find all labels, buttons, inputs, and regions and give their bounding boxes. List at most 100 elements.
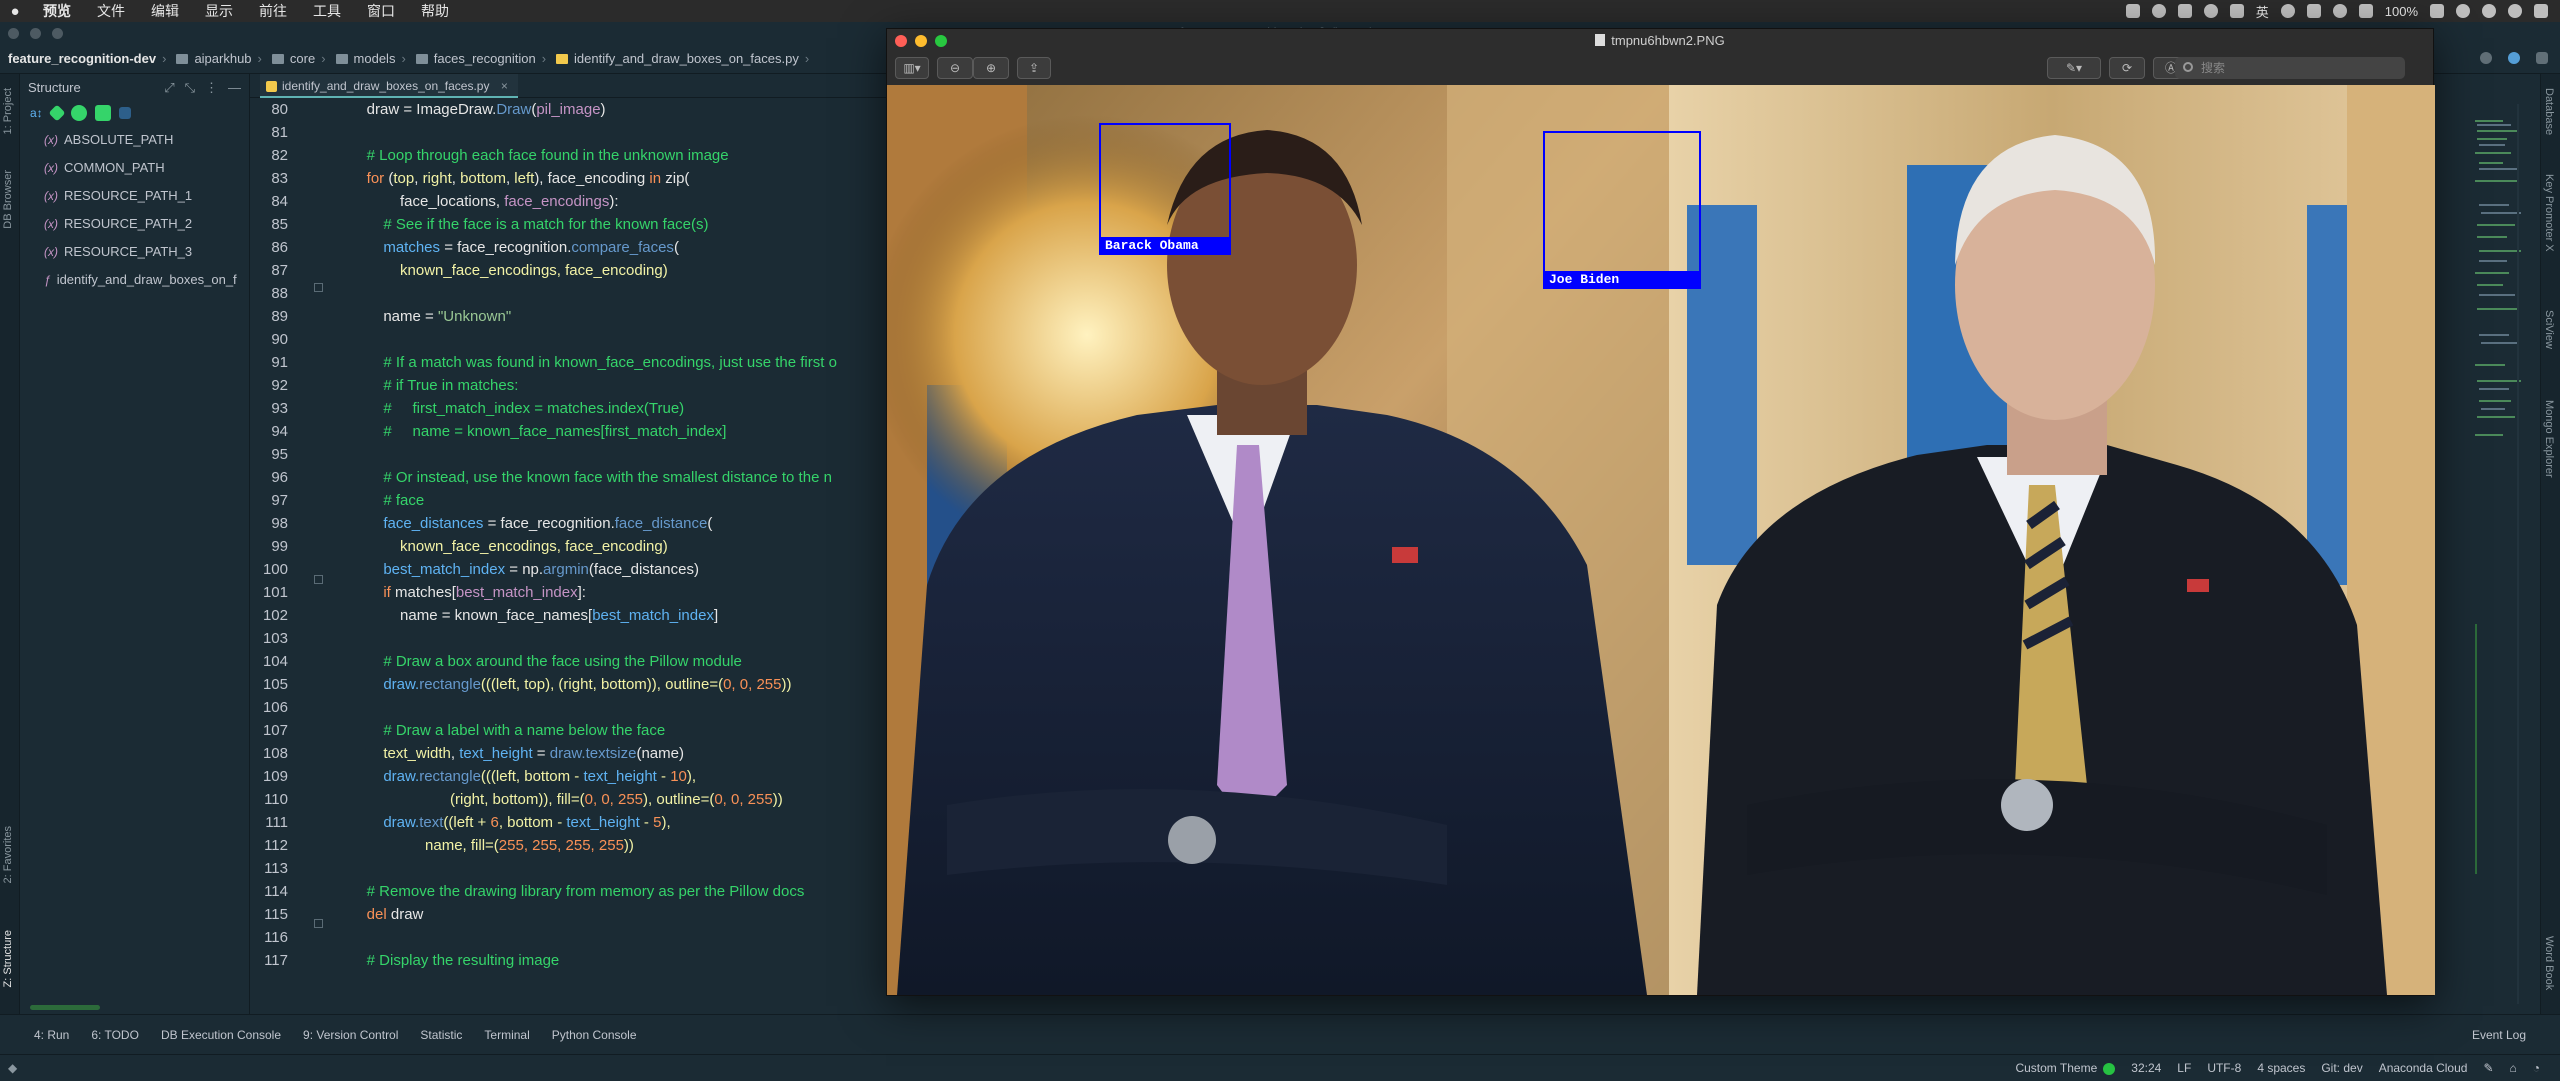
code-text[interactable]: draw = ImageDraw.Draw(pil_image) # Loop … xyxy=(350,98,837,972)
line-number[interactable]: 86 xyxy=(250,236,288,259)
show-inherited-icon[interactable] xyxy=(70,105,87,121)
tool-statistic[interactable]: Statistic xyxy=(420,1028,462,1042)
tool-db-console[interactable]: DB Execution Console xyxy=(161,1028,281,1042)
lock-icon[interactable]: ✎ xyxy=(2483,1061,2493,1075)
structure-item[interactable]: (x) RESOURCE_PATH_3 xyxy=(20,238,249,266)
line-number[interactable]: 101 xyxy=(250,581,288,604)
code-line[interactable]: draw.rectangle(((left, bottom - text_hei… xyxy=(350,765,837,788)
preview-search-input[interactable]: 搜索 xyxy=(2175,57,2405,79)
show-fields-icon[interactable] xyxy=(48,104,66,122)
line-number[interactable]: 114 xyxy=(250,880,288,903)
preview-window[interactable]: tmpnu6hbwn2.PNG ▥▾ ⊖ ⊕ ⇪ ✎▾ ⟳ Ⓐ 搜索 Barac… xyxy=(886,28,2435,996)
horizontal-scrollbar[interactable] xyxy=(30,1005,100,1010)
menu-go[interactable]: 前往 xyxy=(246,1,300,21)
line-number[interactable]: 96 xyxy=(250,466,288,489)
code-line[interactable]: # See if the face is a match for the kno… xyxy=(350,213,837,236)
line-number[interactable]: 89 xyxy=(250,305,288,328)
bluetooth-icon[interactable] xyxy=(2306,4,2321,18)
status-git-branch[interactable]: Git: dev xyxy=(2321,1061,2362,1075)
side-tab-sciview[interactable]: SciView xyxy=(2543,310,2555,349)
code-line[interactable]: known_face_encodings, face_encoding) xyxy=(350,259,837,282)
side-tab-project[interactable]: 1: Project xyxy=(2,88,14,134)
line-number[interactable]: 81 xyxy=(250,121,288,144)
menu-view[interactable]: 显示 xyxy=(192,1,246,21)
breadcrumb-faces-recognition[interactable]: faces_recognition xyxy=(412,51,536,66)
line-number[interactable]: 80 xyxy=(250,98,288,121)
rotate-icon[interactable]: ⟳ xyxy=(2109,57,2145,79)
code-line[interactable]: # Or instead, use the known face with th… xyxy=(350,466,837,489)
tool-version-control[interactable]: 9: Version Control xyxy=(303,1028,398,1042)
code-line[interactable]: best_match_index = np.argmin(face_distan… xyxy=(350,558,837,581)
code-line[interactable]: # Display the resulting image xyxy=(350,949,837,972)
line-number[interactable]: 93 xyxy=(250,397,288,420)
close-tab-icon[interactable]: × xyxy=(501,79,508,93)
line-number[interactable]: 83 xyxy=(250,167,288,190)
breadcrumb-core[interactable]: core xyxy=(268,51,315,66)
sort-alpha-icon[interactable]: a↕ xyxy=(30,106,43,120)
line-number[interactable]: 113 xyxy=(250,857,288,880)
line-number[interactable]: 103 xyxy=(250,627,288,650)
menu-edit[interactable]: 编辑 xyxy=(138,1,192,21)
settings-icon[interactable] xyxy=(2536,52,2548,64)
search-everywhere-icon[interactable] xyxy=(2508,52,2520,64)
ide-zoom-button[interactable] xyxy=(52,28,63,39)
zoom-out-icon[interactable]: ⊖ xyxy=(937,57,973,79)
line-number[interactable]: 100 xyxy=(250,558,288,581)
markup-pen-icon[interactable]: ✎▾ xyxy=(2047,57,2101,79)
line-number[interactable]: 97 xyxy=(250,489,288,512)
breadcrumb-models[interactable]: models xyxy=(332,51,395,66)
line-number[interactable]: 112 xyxy=(250,834,288,857)
side-tab-favorites[interactable]: 2: Favorites xyxy=(2,826,14,883)
code-line[interactable]: face_locations, face_encodings): xyxy=(350,190,837,213)
tool-todo[interactable]: 6: TODO xyxy=(91,1028,139,1042)
tool-python-console[interactable]: Python Console xyxy=(552,1028,637,1042)
code-line[interactable]: matches = face_recognition.compare_faces… xyxy=(350,236,837,259)
status-encoding[interactable]: UTF-8 xyxy=(2207,1061,2241,1075)
volume-icon[interactable] xyxy=(2358,4,2373,18)
code-line[interactable] xyxy=(350,857,837,880)
show-properties-icon[interactable] xyxy=(94,105,111,121)
wifi-icon[interactable] xyxy=(2332,4,2347,18)
side-tab-key-promoter[interactable]: Key Promoter X xyxy=(2543,174,2555,252)
code-line[interactable]: draw = ImageDraw.Draw(pil_image) xyxy=(350,98,837,121)
history-icon[interactable] xyxy=(2480,52,2492,64)
code-line[interactable]: draw.text((left + 6, bottom - text_heigh… xyxy=(350,811,837,834)
code-line[interactable] xyxy=(350,926,837,949)
code-editor[interactable]: identify_and_draw_boxes_on_faces.py × 80… xyxy=(250,74,890,1014)
code-line[interactable]: text_width, text_height = draw.textsize(… xyxy=(350,742,837,765)
code-line[interactable]: name = known_face_names[best_match_index… xyxy=(350,604,837,627)
line-number[interactable]: 102 xyxy=(250,604,288,627)
status-caret-position[interactable]: 32:24 xyxy=(2131,1061,2161,1075)
code-line[interactable] xyxy=(350,328,837,351)
line-number[interactable]: 92 xyxy=(250,374,288,397)
status-interpreter[interactable]: Anaconda Cloud xyxy=(2379,1061,2468,1075)
structure-item[interactable]: (x) RESOURCE_PATH_1 xyxy=(20,182,249,210)
code-line[interactable]: # Draw a label with a name below the fac… xyxy=(350,719,837,742)
fold-marker-icon[interactable] xyxy=(314,919,323,928)
ide-close-button[interactable] xyxy=(8,28,19,39)
preview-image[interactable]: Barack Obama Joe Biden xyxy=(887,85,2435,995)
more-icon[interactable]: ⋮ xyxy=(205,80,218,96)
line-number[interactable]: 91 xyxy=(250,351,288,374)
tool-terminal[interactable]: Terminal xyxy=(484,1028,529,1042)
menu-tools[interactable]: 工具 xyxy=(300,1,354,21)
breadcrumb-aiparkhub[interactable]: aiparkhub xyxy=(172,51,252,66)
menu-help[interactable]: 帮助 xyxy=(408,1,462,21)
line-number[interactable]: 108 xyxy=(250,742,288,765)
breadcrumb-project[interactable]: feature_recognition-dev xyxy=(8,51,156,66)
battery-icon[interactable] xyxy=(2430,4,2444,18)
code-line[interactable]: known_face_encodings, face_encoding) xyxy=(350,535,837,558)
line-number[interactable]: 117 xyxy=(250,949,288,972)
side-tab-structure[interactable]: Z: Structure xyxy=(2,930,14,987)
zoom-in-icon[interactable]: ⊕ xyxy=(973,57,1009,79)
code-line[interactable]: face_distances = face_recognition.face_d… xyxy=(350,512,837,535)
side-tab-word-book[interactable]: Word Book xyxy=(2543,936,2555,990)
code-line[interactable]: # first_match_index = matches.index(True… xyxy=(350,397,837,420)
apple-menu-icon[interactable]: ● xyxy=(0,3,30,20)
autoscroll-icon[interactable] xyxy=(118,107,131,119)
tray-cloud-icon[interactable] xyxy=(2177,4,2192,18)
editor-tab[interactable]: identify_and_draw_boxes_on_faces.py × xyxy=(260,74,518,98)
line-number[interactable]: 111 xyxy=(250,811,288,834)
menu-window[interactable]: 窗口 xyxy=(354,1,408,21)
tray-send-icon[interactable] xyxy=(2229,4,2244,18)
